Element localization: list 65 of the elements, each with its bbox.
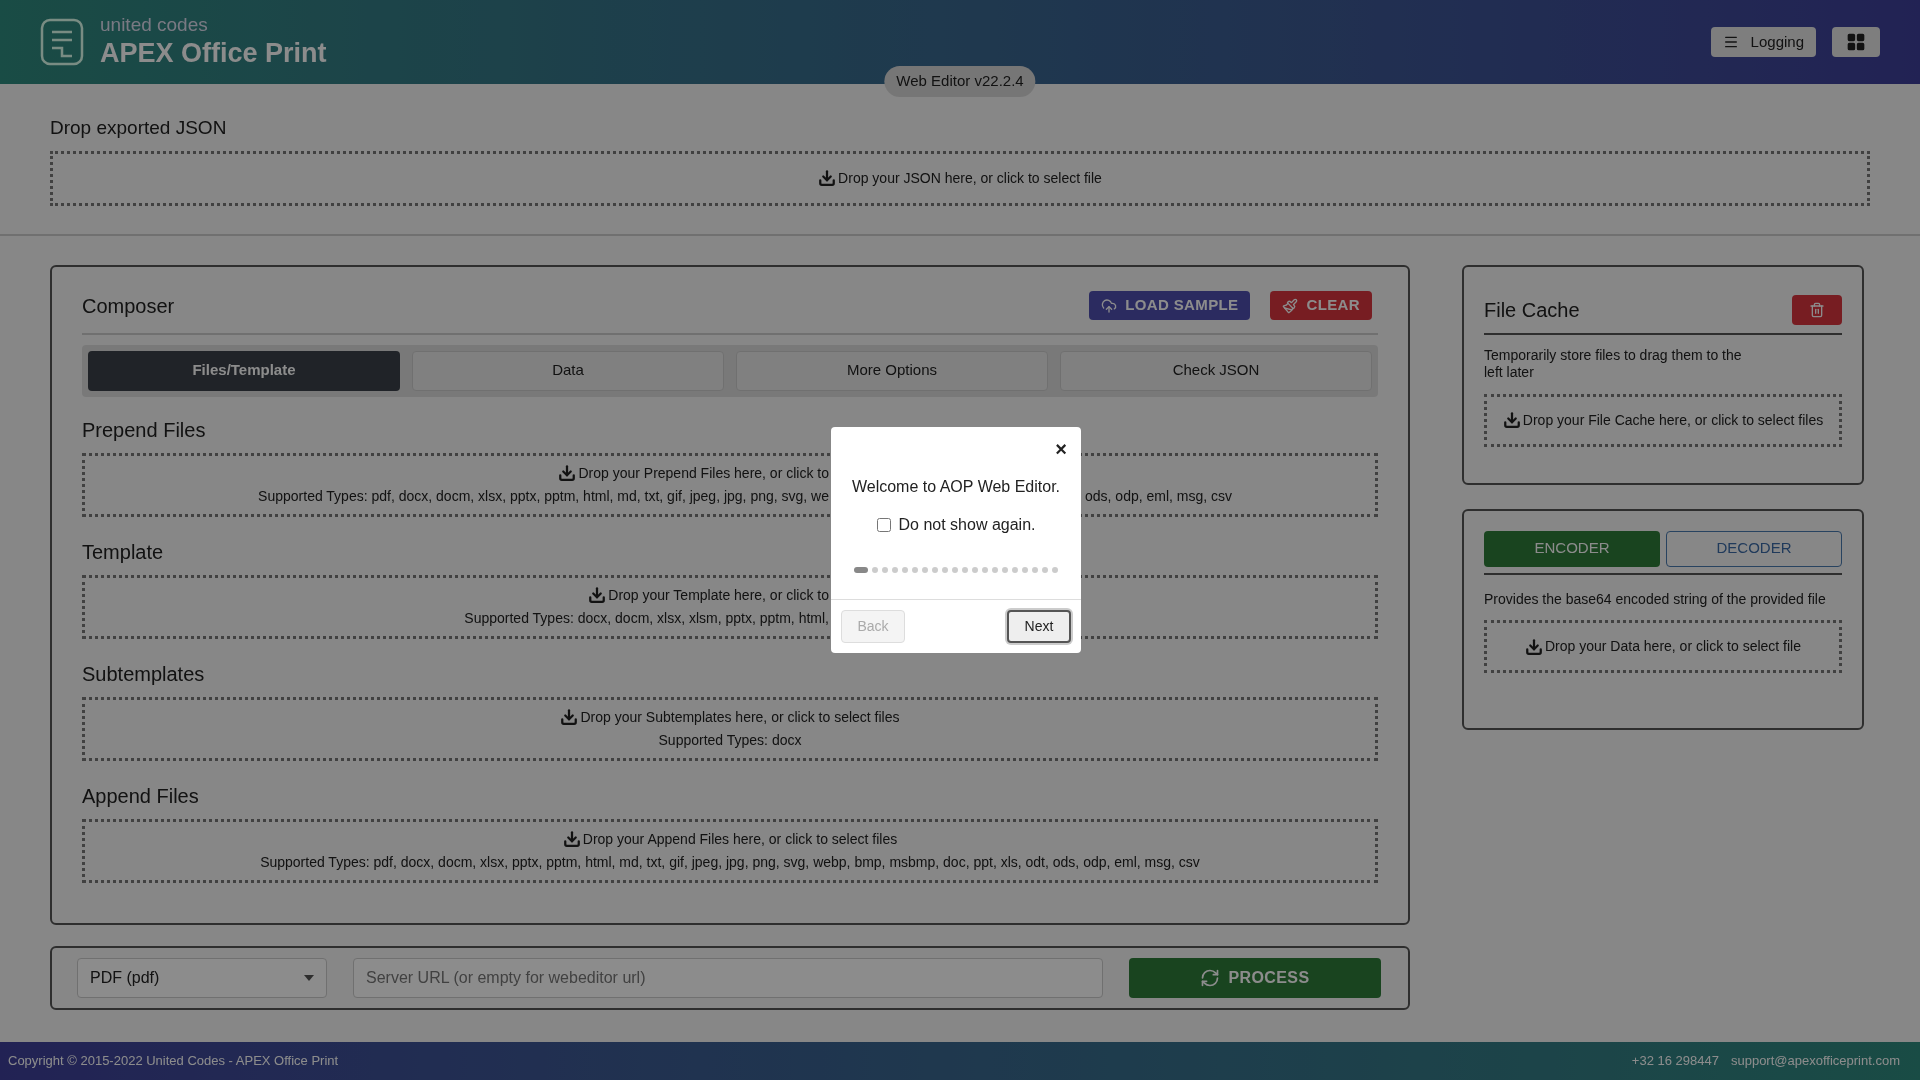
refresh-icon	[1200, 967, 1221, 988]
supported-types: Supported Types: docx	[658, 730, 802, 750]
welcome-message: Welcome to AOP Web Editor.	[850, 477, 1062, 497]
file-cache-dropzone[interactable]: Drop your File Cache here, or click to select files	[1484, 393, 1842, 447]
download-icon	[562, 830, 581, 848]
file-cache-description: Temporarily store files to drag them to the left later	[1484, 346, 1743, 382]
caret-icon	[304, 974, 314, 981]
composer-title: Composer	[82, 293, 175, 319]
drop-hint: Drop your Template here, or click to	[608, 585, 829, 605]
grid-icon	[1846, 32, 1866, 52]
brand-name: APEX Office Print	[100, 37, 327, 70]
server-url-field[interactable]: Server URL (or empty for webeditor url)	[353, 957, 1103, 998]
supported-types: ods, odp, eml, msg, csv	[1085, 486, 1233, 506]
load-sample-button[interactable]: LOAD SAMPLE	[1089, 291, 1251, 320]
file-dropzone[interactable]: Drop your Subtemplates here, or click to select files Supported Types: docx	[82, 696, 1378, 761]
copyright-text: Copyright © 2015-2022 United Codes - APEX Office Print	[8, 1052, 339, 1071]
trash-icon	[1809, 301, 1825, 318]
checkbox-label: Do not show again.	[898, 515, 1036, 535]
download-icon	[558, 464, 577, 482]
tab[interactable]: Data	[412, 350, 724, 391]
logo-icon	[40, 18, 84, 66]
drop-hint: Drop your File Cache here, or click to select files	[1522, 410, 1824, 430]
download-icon	[560, 708, 579, 726]
phone-number: +32 16 298447	[1631, 1052, 1719, 1071]
section-title: Drop exported JSON	[50, 116, 228, 140]
logging-button[interactable]: Logging	[1710, 27, 1816, 57]
section-title: Subtemplates	[82, 661, 206, 687]
download-icon	[818, 169, 837, 187]
drop-hint: Drop your JSON here, or click to select file	[838, 168, 1102, 188]
drop-hint: Drop your Append Files here, or click to select files	[582, 829, 898, 849]
format-select[interactable]: PDF (pdf)	[77, 957, 327, 998]
checkbox[interactable]	[876, 518, 891, 532]
tab[interactable]: Check JSON	[1060, 350, 1372, 391]
tab[interactable]: More Options	[736, 350, 1048, 391]
tab[interactable]: Files/Template	[88, 350, 400, 391]
apps-button[interactable]	[1832, 27, 1880, 57]
next-button[interactable]: Next	[1007, 610, 1071, 643]
clear-button[interactable]: CLEAR	[1270, 291, 1372, 320]
drop-hint: Drop your Data here, or click to select file	[1545, 637, 1801, 656]
codec-tab[interactable]: ENCODER	[1484, 530, 1660, 567]
process-button[interactable]: PROCESS	[1129, 957, 1381, 998]
supported-types: Supported Types: docx, docm, xlsx, xlsm, pptx, pptm, html,	[464, 608, 829, 628]
codec-description: Provides the base64 encoded string of the provided file	[1484, 590, 1827, 608]
version-badge: Web Editor v22.2.4	[884, 66, 1036, 97]
menu-icon	[1722, 34, 1739, 50]
download-icon	[1502, 411, 1521, 429]
supported-types: Supported Types: pdf, docx, docm, xlsx, pptx, pptm, html, md, txt, gif, jpeg, jpg, png, svg, we	[258, 486, 829, 506]
drop-hint: Drop your Subtemplates here, or click to select files	[580, 707, 900, 727]
email-link[interactable]: support@apexofficeprint.com	[1730, 1051, 1900, 1071]
data-dropzone[interactable]: Drop your Data here, or click to select file	[1484, 620, 1842, 673]
brush-icon	[1282, 297, 1299, 314]
section-title: Append Files	[82, 783, 200, 809]
cloud-upload-icon	[1101, 297, 1118, 314]
file-dropzone[interactable]	[82, 818, 1378, 883]
delete-button[interactable]	[1792, 294, 1842, 325]
section-title: Prepend Files	[82, 417, 207, 443]
json-dropzone[interactable]: Drop your JSON here, or click to select file	[50, 150, 1870, 206]
codec-tab[interactable]: DECODER	[1666, 530, 1842, 567]
download-icon	[588, 586, 607, 604]
supported-types: Supported Types: pdf, docx, docm, xlsx, pptx, pptm, html, md, txt, gif, jpeg, jpg, png, svg, webp, bmp, msbmp, doc, ppt, xls, odt, ods, odp, eml, msg, csv	[260, 852, 1200, 872]
drop-hint: Drop your Prepend Files here, or click to	[578, 463, 829, 483]
brand-tagline: united codes	[100, 13, 209, 37]
download-icon	[1525, 637, 1543, 656]
section-title: Template	[82, 539, 165, 565]
file-cache-title: File Cache	[1484, 297, 1580, 323]
